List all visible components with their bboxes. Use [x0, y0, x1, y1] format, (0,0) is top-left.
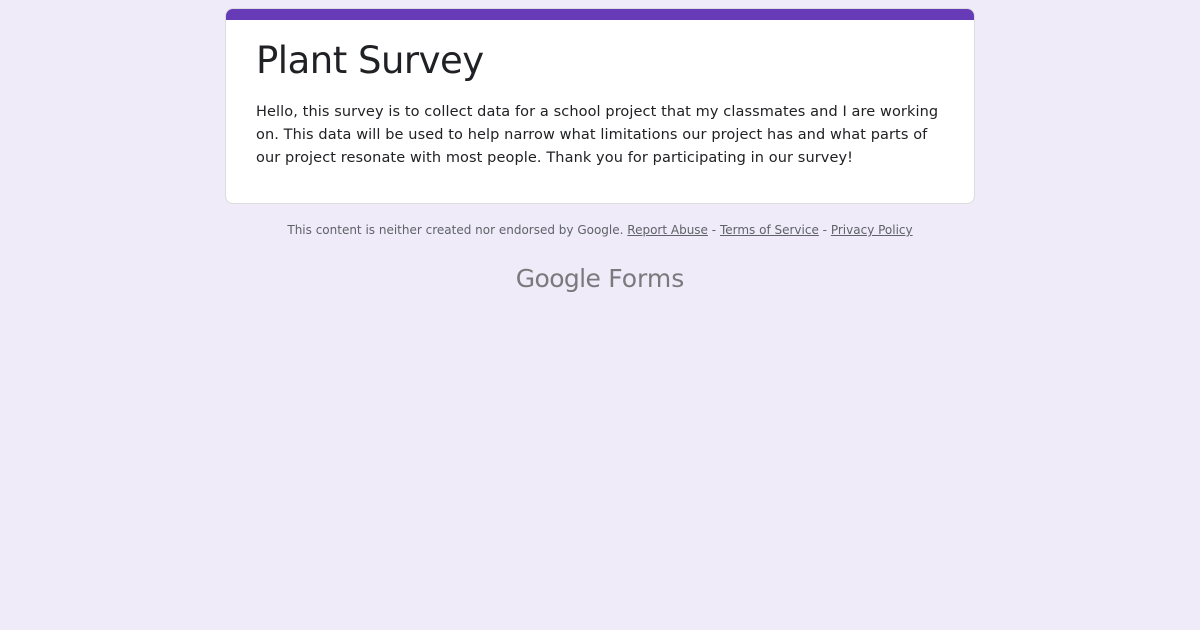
form-header-card: Plant Survey Hello, this survey is to co… [225, 8, 975, 204]
google-forms-logo[interactable]: Google Forms [0, 262, 1200, 296]
privacy-policy-link[interactable]: Privacy Policy [831, 223, 913, 237]
disclaimer-text: This content is neither created nor endo… [287, 223, 624, 237]
link-separator: - [822, 223, 828, 237]
google-wordmark: Google [515, 264, 601, 293]
link-separator: - [711, 223, 717, 237]
report-abuse-link[interactable]: Report Abuse [627, 223, 708, 237]
form-title: Plant Survey [256, 39, 484, 82]
form-description: Hello, this survey is to collect data fo… [256, 104, 939, 166]
terms-of-service-link[interactable]: Terms of Service [720, 223, 819, 237]
forms-wordmark: Forms [608, 264, 685, 293]
footer-disclaimer: This content is neither created nor endo… [0, 221, 1200, 239]
form-accent-bar [226, 9, 974, 20]
